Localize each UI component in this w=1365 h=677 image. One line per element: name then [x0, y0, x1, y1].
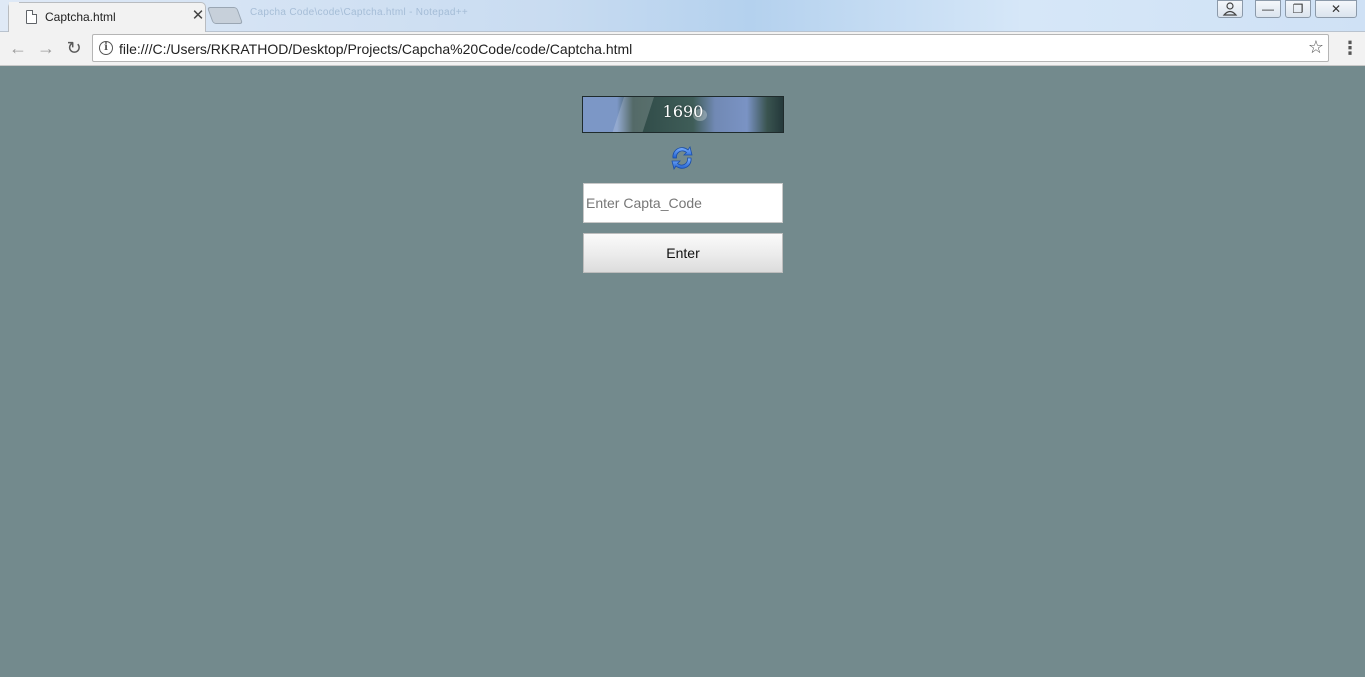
user-icon [1222, 2, 1238, 16]
browser-menu-icon[interactable]: ⋮ [1341, 38, 1359, 60]
window-controls: — ❐ ✕ [1213, 0, 1357, 20]
enter-button[interactable]: Enter [583, 233, 783, 273]
captcha-code: 1690 [662, 102, 704, 121]
refresh-arrows-icon[interactable] [669, 143, 695, 173]
file-icon [26, 10, 37, 24]
maximize-button[interactable]: ❐ [1285, 0, 1311, 18]
close-icon: ✕ [1330, 2, 1342, 16]
captcha-image: 1690 [582, 96, 784, 133]
bookmark-star-icon[interactable]: ☆ [1308, 37, 1324, 58]
forward-arrow-icon[interactable]: → [34, 37, 58, 61]
address-bar[interactable]: i file:///C:/Users/RKRATHOD/Desktop/Proj… [92, 34, 1329, 62]
new-tab-button[interactable] [206, 7, 244, 24]
browser-toolbar: ← → ↻ i file:///C:/Users/RKRATHOD/Deskto… [0, 32, 1365, 66]
reload-icon[interactable]: ↻ [62, 37, 86, 61]
background-window-title: Capcha Code\code\Captcha.html - Notepad+… [250, 7, 468, 18]
minimize-button[interactable]: — [1255, 0, 1281, 18]
profile-button[interactable] [1217, 0, 1243, 18]
maximize-icon: ❐ [1292, 2, 1304, 16]
captcha-input[interactable] [583, 183, 783, 223]
back-arrow-icon[interactable]: ← [6, 37, 30, 61]
tab-close-icon[interactable]: ✕ [190, 7, 206, 24]
close-window-button[interactable]: ✕ [1315, 0, 1357, 18]
tab-title: Captcha.html [45, 10, 116, 24]
url-text[interactable]: file:///C:/Users/RKRATHOD/Desktop/Projec… [119, 41, 632, 57]
active-tab[interactable]: Captcha.html ✕ [8, 2, 206, 33]
info-icon[interactable]: i [99, 41, 113, 55]
tab-strip: Captcha.html ✕ Capcha Code\code\Captcha.… [0, 0, 1365, 33]
minimize-icon: — [1262, 2, 1274, 16]
